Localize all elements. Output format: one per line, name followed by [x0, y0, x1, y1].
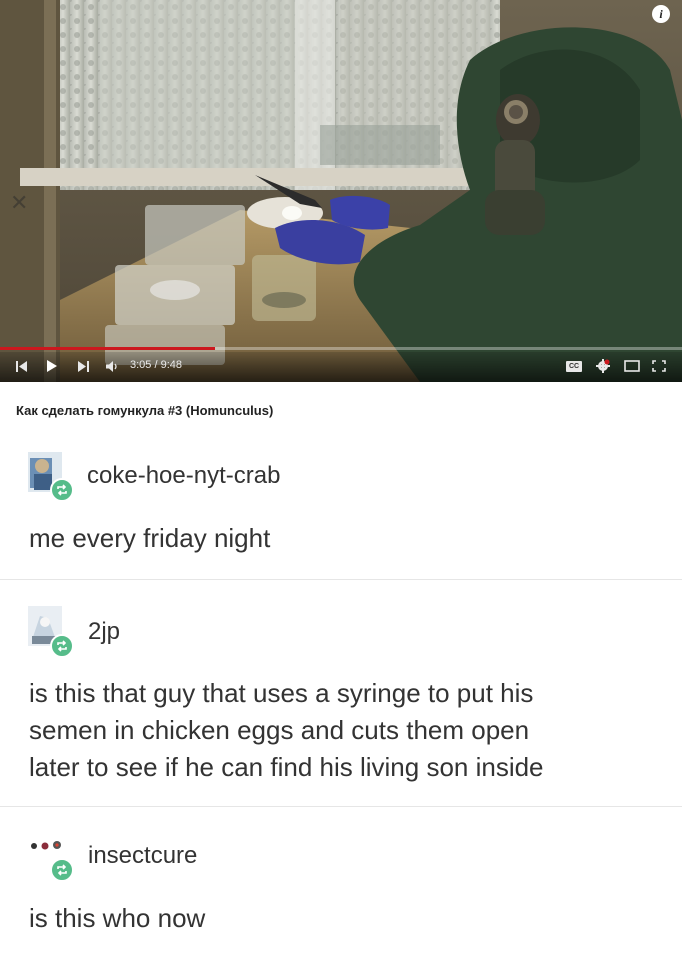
captions-icon[interactable]: CC — [566, 361, 582, 372]
post-text-line: is this that guy that uses a syringe to … — [29, 678, 534, 708]
post-text-line: semen in chicken eggs and cuts them open — [29, 715, 530, 745]
miniplayer-icon[interactable] — [624, 360, 640, 372]
reblog-badge — [50, 478, 74, 502]
play-icon[interactable] — [46, 360, 58, 372]
reblog-badge — [50, 634, 74, 658]
avatar[interactable] — [28, 836, 72, 858]
skip-back-icon[interactable] — [16, 361, 28, 372]
post-text: is this who now — [29, 903, 206, 933]
svg-text:✕: ✕ — [10, 191, 28, 216]
reblog-icon — [57, 640, 67, 652]
post-username[interactable]: coke-hoe-nyt-crab — [87, 462, 280, 490]
volume-icon[interactable] — [106, 361, 118, 372]
reblog-badge — [50, 858, 74, 882]
settings-icon[interactable] — [596, 359, 610, 373]
fullscreen-icon[interactable] — [652, 360, 666, 372]
post-divider — [0, 806, 682, 807]
video-title[interactable]: Как сделать гомункула #3 (Homunculus) — [16, 403, 273, 418]
video-frame: ✕ — [0, 0, 682, 382]
post-username[interactable]: insectcure — [88, 842, 197, 870]
progress-bar[interactable] — [0, 347, 682, 350]
post-divider — [0, 579, 682, 580]
progress-bar-fill — [0, 347, 215, 350]
post-username[interactable]: 2jp — [88, 618, 120, 646]
skip-forward-icon[interactable] — [78, 361, 90, 372]
post-text: is this that guy that uses a syringe to … — [29, 675, 544, 786]
reblog-icon — [57, 484, 67, 496]
captions-label: CC — [568, 363, 580, 370]
post-text: me every friday night — [29, 523, 271, 553]
reblog-icon — [57, 864, 67, 876]
info-icon[interactable]: i — [652, 5, 670, 23]
player-time: 3:05 / 9:48 — [130, 359, 182, 371]
video-player[interactable]: ✕ i — [0, 0, 682, 382]
post-text-line: later to see if he can find his living s… — [29, 752, 544, 782]
